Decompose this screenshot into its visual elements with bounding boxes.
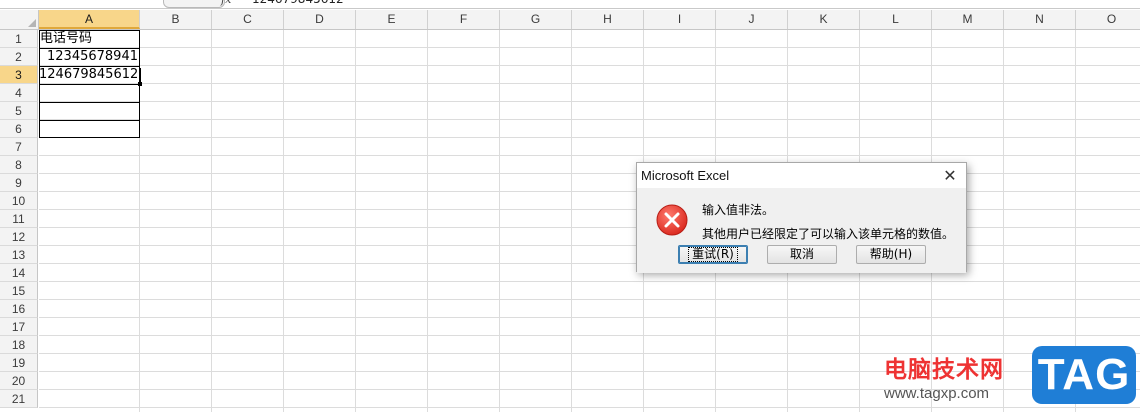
cell-a1[interactable]: 电话号码 bbox=[39, 30, 140, 48]
cell-border-line bbox=[39, 120, 140, 121]
column-header-h[interactable]: H bbox=[572, 10, 644, 29]
fill-handle[interactable] bbox=[138, 82, 142, 86]
column-header-g[interactable]: G bbox=[500, 10, 572, 29]
row-header-21[interactable]: 21 bbox=[0, 390, 38, 408]
row-header-6[interactable]: 6 bbox=[0, 120, 38, 138]
column-header-o[interactable]: O bbox=[1076, 10, 1140, 29]
column-header-a[interactable]: A bbox=[39, 10, 140, 29]
fx-icon[interactable]: fx bbox=[221, 0, 231, 6]
row-header-15[interactable]: 15 bbox=[0, 282, 38, 300]
dialog-title: Microsoft Excel bbox=[641, 168, 730, 183]
dialog-body: 输入值非法。 其他用户已经限定了可以输入该单元格的数值。 重试(R) 取消 帮助… bbox=[637, 188, 966, 273]
retry-button[interactable]: 重试(R) bbox=[678, 245, 748, 264]
watermark-url: www.tagxp.com bbox=[884, 385, 990, 402]
column-header-n[interactable]: N bbox=[1004, 10, 1076, 29]
row-header-19[interactable]: 19 bbox=[0, 354, 38, 372]
row-header-1[interactable]: 1 bbox=[0, 30, 38, 48]
cell-border-line bbox=[39, 48, 140, 49]
gridline-vertical bbox=[355, 30, 356, 412]
cell-a3[interactable]: 124679845612 bbox=[39, 66, 140, 84]
row-header-12[interactable]: 12 bbox=[0, 228, 38, 246]
cell-border-line bbox=[39, 66, 140, 67]
watermark-badge: TAG bbox=[1032, 346, 1136, 404]
formula-bar: fx 124679845612 bbox=[0, 0, 1140, 9]
gridline-vertical bbox=[427, 30, 428, 412]
row-header-9[interactable]: 9 bbox=[0, 174, 38, 192]
row-header-14[interactable]: 14 bbox=[0, 264, 38, 282]
column-header-l[interactable]: L bbox=[860, 10, 932, 29]
row-header-18[interactable]: 18 bbox=[0, 336, 38, 354]
row-header-13[interactable]: 13 bbox=[0, 246, 38, 264]
gridline-vertical bbox=[139, 30, 140, 412]
gridline-vertical bbox=[571, 30, 572, 412]
column-header-row: ABCDEFGHIJKLMNO bbox=[0, 10, 1140, 30]
help-button[interactable]: 帮助(H) bbox=[856, 245, 926, 264]
row-header-2[interactable]: 2 bbox=[0, 48, 38, 66]
cancel-button[interactable]: 取消 bbox=[767, 245, 837, 264]
column-header-e[interactable]: E bbox=[356, 10, 428, 29]
column-header-i[interactable]: I bbox=[644, 10, 716, 29]
column-header-k[interactable]: K bbox=[788, 10, 860, 29]
row-header-3[interactable]: 3 bbox=[0, 66, 38, 84]
row-header-5[interactable]: 5 bbox=[0, 102, 38, 120]
column-header-j[interactable]: J bbox=[716, 10, 788, 29]
dialog-detail: 其他用户已经限定了可以输入该单元格的数值。 bbox=[702, 227, 955, 241]
column-header-f[interactable]: F bbox=[428, 10, 500, 29]
row-header-4[interactable]: 4 bbox=[0, 84, 38, 102]
name-box[interactable] bbox=[163, 0, 225, 8]
watermark-text: 电脑技术网 bbox=[884, 357, 1004, 383]
select-all-corner[interactable] bbox=[0, 10, 39, 29]
formula-input[interactable]: 124679845612 bbox=[252, 0, 344, 6]
error-icon bbox=[656, 204, 688, 236]
close-icon[interactable]: ✕ bbox=[940, 166, 960, 185]
column-header-d[interactable]: D bbox=[284, 10, 356, 29]
row-header-11[interactable]: 11 bbox=[0, 210, 38, 228]
cell-border-line bbox=[39, 84, 140, 85]
column-header-c[interactable]: C bbox=[212, 10, 284, 29]
text-cursor bbox=[140, 68, 141, 83]
row-header-16[interactable]: 16 bbox=[0, 300, 38, 318]
row-header-7[interactable]: 7 bbox=[0, 138, 38, 156]
gridline-vertical bbox=[499, 30, 500, 412]
dialog-message: 输入值非法。 bbox=[702, 203, 775, 217]
cell-border-line bbox=[39, 102, 140, 103]
dialog-titlebar[interactable]: Microsoft Excel ✕ bbox=[637, 163, 966, 188]
row-header-10[interactable]: 10 bbox=[0, 192, 38, 210]
row-header-8[interactable]: 8 bbox=[0, 156, 38, 174]
cell-a2[interactable]: 12345678941 bbox=[39, 48, 140, 66]
column-header-m[interactable]: M bbox=[932, 10, 1004, 29]
retry-button-label: 重试(R) bbox=[688, 247, 738, 262]
row-header-20[interactable]: 20 bbox=[0, 372, 38, 390]
gridline-vertical bbox=[283, 30, 284, 412]
row-header-17[interactable]: 17 bbox=[0, 318, 38, 336]
gridline-vertical bbox=[211, 30, 212, 412]
error-dialog: Microsoft Excel ✕ 输入值非法。 其他用户已经限定了可以输入该单… bbox=[636, 162, 967, 273]
column-header-b[interactable]: B bbox=[140, 10, 212, 29]
